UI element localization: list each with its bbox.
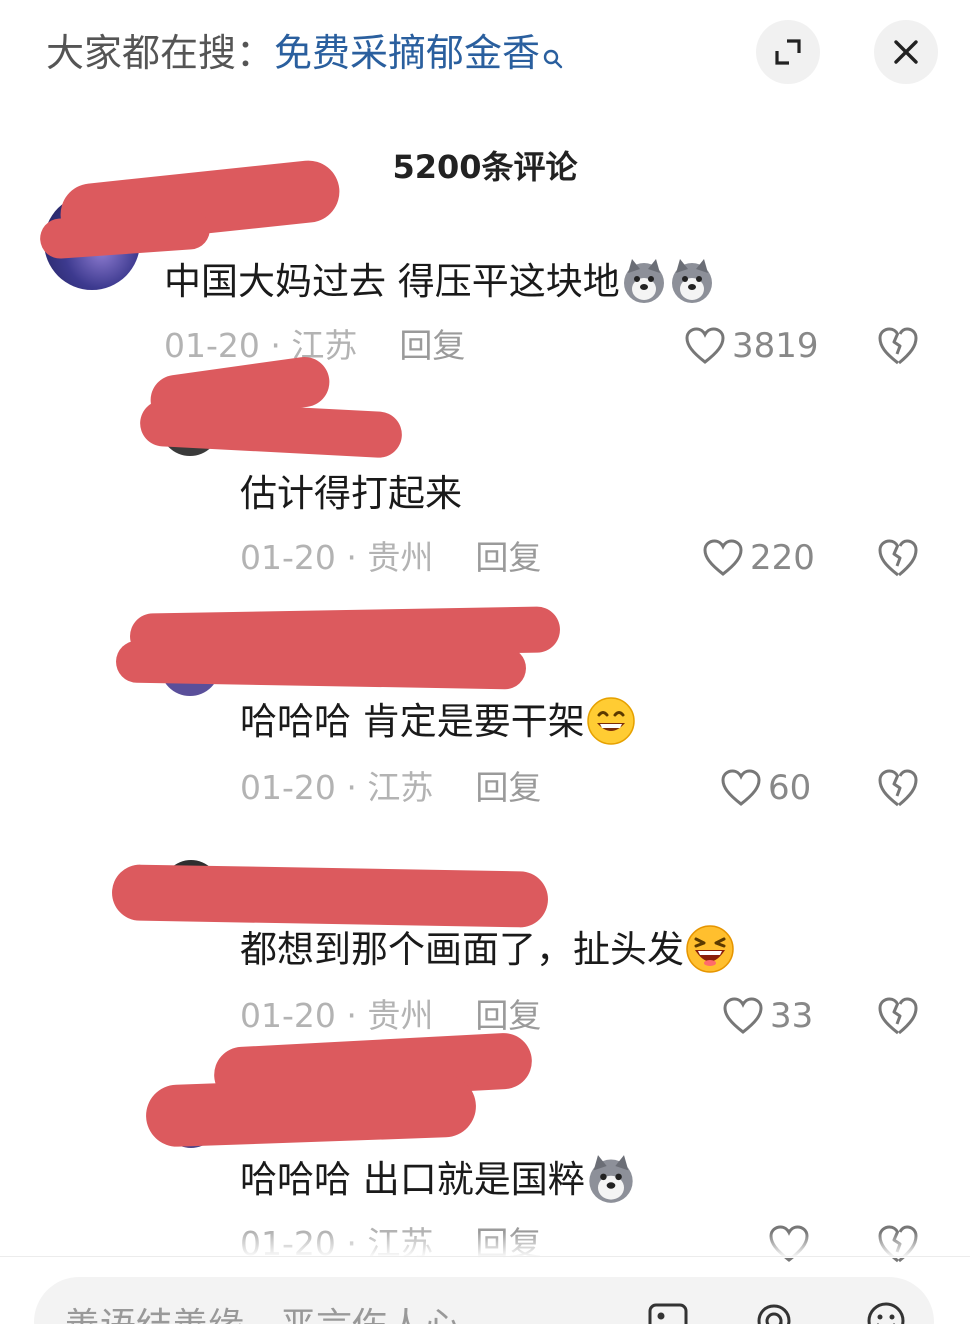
- broken-heart-icon: [878, 997, 918, 1035]
- reply-button[interactable]: 回复: [475, 768, 541, 807]
- like-button[interactable]: 60: [720, 766, 811, 810]
- comment-input-placeholder: 善语结善缘，恶言伤人心: [64, 1297, 460, 1324]
- mention-icon[interactable]: [752, 1299, 796, 1324]
- image-icon[interactable]: [646, 1299, 690, 1324]
- reply-button[interactable]: 回复: [399, 326, 465, 365]
- like-button[interactable]: 3819: [684, 324, 819, 368]
- comment-location: 贵州: [367, 538, 434, 577]
- comment-location: 贵州: [367, 996, 434, 1035]
- scroll-fade: [0, 1232, 970, 1258]
- like-count: 220: [750, 538, 815, 578]
- broken-heart-icon: [878, 327, 918, 365]
- search-prefix: 大家都在搜：: [46, 31, 275, 75]
- expand-icon: [775, 39, 801, 65]
- top-bar: 大家都在搜：免费采摘郁金香: [0, 0, 970, 110]
- redacted-username: [115, 640, 527, 690]
- broken-heart-icon: [878, 539, 918, 577]
- comment-meta: 01-20 · 贵州 回复: [240, 538, 542, 577]
- heart-icon: [703, 539, 743, 576]
- husky-emoji-icon: [620, 257, 668, 305]
- close-icon: [894, 40, 918, 64]
- husky-emoji-icon: [668, 257, 716, 305]
- comment-meta: 01-20 · 江苏回复: [240, 768, 542, 807]
- emoji-icon[interactable]: [864, 1299, 908, 1324]
- broken-heart-icon: [878, 769, 918, 807]
- comment-text: 都想到那个画面了，扯头发: [240, 923, 736, 975]
- like-button[interactable]: 220: [702, 536, 815, 580]
- reply-button[interactable]: 回复: [475, 538, 541, 577]
- heart-icon: [723, 997, 763, 1034]
- comment-date: 01-20: [240, 538, 336, 577]
- comment-input[interactable]: 善语结善缘，恶言伤人心: [34, 1277, 934, 1324]
- trending-search-hint[interactable]: 大家都在搜：免费采摘郁金香: [46, 28, 564, 82]
- dislike-button[interactable]: [876, 994, 920, 1038]
- like-button[interactable]: 33: [722, 994, 813, 1038]
- reply-button[interactable]: 回复: [475, 996, 541, 1035]
- expand-button[interactable]: [756, 20, 820, 84]
- comment-input-bar: 善语结善缘，恶言伤人心: [0, 1256, 970, 1324]
- like-count: 3819: [732, 326, 819, 366]
- comment-location: 江苏: [367, 768, 434, 807]
- close-button[interactable]: [874, 20, 938, 84]
- comment-date: 01-20: [240, 768, 336, 807]
- husky-emoji-icon: [585, 1153, 637, 1205]
- heart-icon: [685, 327, 725, 364]
- dislike-button[interactable]: [876, 536, 920, 580]
- laughing-emoji-icon: [684, 923, 736, 975]
- like-count: 33: [770, 996, 814, 1036]
- comment-meta: 01-20 · 贵州 回复: [240, 996, 542, 1035]
- dislike-button[interactable]: [876, 324, 920, 368]
- grinning-emoji-icon: [585, 695, 637, 747]
- like-count: 60: [768, 768, 812, 808]
- comment-text: 中国大妈过去 得压平这块地: [164, 258, 716, 306]
- search-term-link[interactable]: 免费采摘郁金香: [274, 31, 540, 75]
- comment-text: 哈哈哈 出口就是国粹: [240, 1153, 637, 1205]
- comment-date: 01-20: [240, 996, 336, 1035]
- comment-text: 估计得打起来: [240, 472, 462, 515]
- dislike-button[interactable]: [876, 766, 920, 810]
- comment-text: 哈哈哈 肯定是要干架: [240, 695, 637, 747]
- heart-icon: [721, 769, 761, 806]
- comment-date: 01-20: [164, 326, 260, 365]
- redacted-username: [111, 864, 549, 928]
- redacted-username: [145, 1074, 477, 1148]
- search-icon: [542, 32, 564, 82]
